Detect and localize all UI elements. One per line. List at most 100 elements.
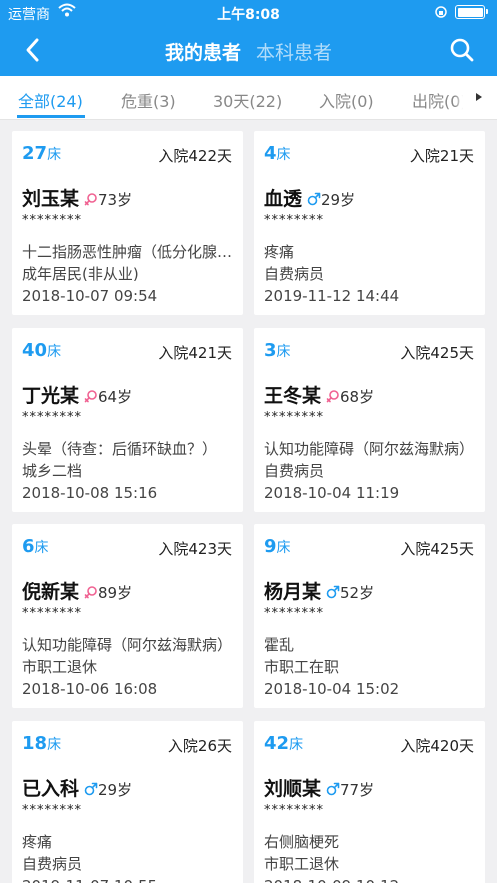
male-icon bbox=[302, 188, 321, 210]
admission-date: 2019-11-07 10:55 bbox=[22, 877, 157, 883]
days-admitted: 入院423天 bbox=[158, 540, 232, 558]
patient-age: 89岁 bbox=[98, 584, 133, 602]
patient-age: 52岁 bbox=[340, 584, 375, 602]
filter-tabs: 全部(24) 危重(3) 30天(22) 入院(0) 出院(0) bbox=[0, 76, 497, 120]
bed-number-value: 6 bbox=[22, 536, 35, 557]
patient-name: 王冬某 bbox=[264, 385, 322, 407]
masked-id: ******** bbox=[264, 803, 324, 818]
patient-name-row: 刘顺某 77岁 bbox=[264, 774, 374, 801]
days-admitted: 入院420天 bbox=[400, 737, 474, 755]
caret-right-icon bbox=[476, 93, 482, 101]
patient-age: 29岁 bbox=[98, 781, 133, 799]
bed-number-value: 42 bbox=[264, 733, 290, 754]
tabs-more-button[interactable] bbox=[455, 76, 497, 119]
tab-department-patients[interactable]: 本科患者 bbox=[256, 38, 332, 65]
bed-number: 9床 bbox=[264, 536, 291, 557]
insurance-type: 市职工退休 bbox=[264, 855, 340, 873]
admission-date: 2018-10-04 15:02 bbox=[264, 680, 400, 698]
patient-name: 倪新某 bbox=[22, 581, 80, 603]
bed-number: 27床 bbox=[22, 143, 61, 164]
patient-name-row: 杨月某 52岁 bbox=[264, 577, 374, 604]
patient-name-row: 丁光某 64岁 bbox=[22, 381, 132, 408]
chevron-left-icon bbox=[26, 38, 39, 62]
diagnosis: 认知功能障碍（阿尔兹海默病） bbox=[22, 636, 233, 654]
bed-number: 4床 bbox=[264, 143, 291, 164]
admission-date: 2018-10-04 11:19 bbox=[264, 484, 400, 502]
bed-number: 40床 bbox=[22, 340, 61, 361]
masked-id: ******** bbox=[264, 213, 324, 228]
patient-age: 64岁 bbox=[98, 388, 133, 406]
diagnosis: 霍乱 bbox=[264, 636, 295, 654]
insurance-type: 市职工在职 bbox=[264, 658, 340, 676]
bed-unit: 床 bbox=[47, 737, 62, 753]
female-icon bbox=[79, 385, 98, 407]
bed-unit: 床 bbox=[289, 737, 304, 753]
bed-number-value: 4 bbox=[264, 143, 277, 164]
patient-age: 29岁 bbox=[321, 191, 356, 209]
tab-critical[interactable]: 危重(3) bbox=[121, 88, 176, 112]
patient-name: 杨月某 bbox=[264, 581, 322, 603]
bed-number-value: 18 bbox=[22, 733, 48, 754]
days-admitted: 入院421天 bbox=[158, 344, 232, 362]
diagnosis: 疼痛 bbox=[264, 243, 295, 261]
patient-name: 丁光某 bbox=[22, 385, 80, 407]
days-admitted: 入院425天 bbox=[400, 344, 474, 362]
bed-number-value: 27 bbox=[22, 143, 48, 164]
patient-name-row: 王冬某 68岁 bbox=[264, 381, 374, 408]
bed-unit: 床 bbox=[34, 540, 49, 556]
masked-id: ******** bbox=[264, 410, 324, 425]
masked-id: ******** bbox=[22, 410, 82, 425]
orientation-lock-icon bbox=[435, 5, 447, 19]
patient-card[interactable]: 42床 入院420天刘顺某 77岁 ******** 右侧脑梗死市职工退休 2018-10… bbox=[254, 721, 485, 883]
days-admitted: 入院26天 bbox=[167, 737, 232, 755]
patient-name: 已入科 bbox=[22, 778, 80, 800]
bed-number: 18床 bbox=[22, 733, 61, 754]
battery-icon bbox=[455, 5, 488, 19]
bed-number: 6床 bbox=[22, 536, 49, 557]
patient-card[interactable]: 3床 入院425天 王冬某 68岁 ******** 认知功能障碍（阿尔兹海默病） 自费病员… bbox=[254, 328, 485, 512]
female-icon bbox=[321, 385, 340, 407]
back-button[interactable] bbox=[20, 36, 48, 64]
patient-age: 77岁 bbox=[340, 781, 375, 799]
insurance-type: 城乡二档 bbox=[22, 462, 83, 480]
male-icon bbox=[79, 778, 98, 800]
days-admitted: 入院422天 bbox=[158, 147, 232, 165]
tab-admitted[interactable]: 入院(0) bbox=[319, 88, 374, 112]
tab-my-patients[interactable]: 我的患者 bbox=[165, 38, 241, 65]
insurance-type: 自费病员 bbox=[22, 855, 83, 873]
insurance-type: 市职工退休 bbox=[22, 658, 98, 676]
bed-number-value: 9 bbox=[264, 536, 277, 557]
search-button[interactable] bbox=[449, 37, 475, 63]
masked-id: ******** bbox=[22, 213, 82, 228]
tab-all[interactable]: 全部(24) bbox=[18, 88, 83, 112]
nav-bar: 我的患者 本科患者 bbox=[0, 24, 497, 76]
bed-unit: 床 bbox=[276, 147, 291, 163]
patient-name-row: 血透 29岁 bbox=[264, 184, 355, 211]
diagnosis: 认知功能障碍（阿尔兹海默病） bbox=[264, 440, 475, 458]
diagnosis: 十二指肠恶性肿瘤（低分化腺癌） bbox=[22, 243, 234, 261]
bed-unit: 床 bbox=[276, 344, 291, 360]
diagnosis: 疼痛 bbox=[22, 833, 53, 851]
masked-id: ******** bbox=[22, 803, 82, 818]
admission-date: 2019-11-12 14:44 bbox=[264, 287, 400, 305]
patient-card[interactable]: 9床 入院425天 杨月某 52岁 ******** 霍乱 市职工在职 2018-10-04 … bbox=[254, 524, 485, 708]
patient-age: 68岁 bbox=[340, 388, 375, 406]
patient-name: 血透 bbox=[264, 188, 303, 210]
insurance-type: 自费病员 bbox=[264, 265, 325, 283]
diagnosis: 头晕（待查：后循环缺血？） bbox=[22, 440, 218, 458]
patient-card[interactable]: 6床 入院423天 倪新某 89岁 ******** 认知功能障碍（阿尔兹海默病） 市职工退… bbox=[12, 524, 243, 708]
diagnosis: 右侧脑梗死 bbox=[264, 833, 340, 851]
patient-card[interactable]: 27床 入院422天 刘玉某 73岁 ******** 十二指肠恶性肿瘤（低分化腺癌） 成年… bbox=[12, 131, 243, 315]
admission-date: 2018-10-07 09:54 bbox=[22, 287, 158, 305]
bed-unit: 床 bbox=[47, 344, 62, 360]
patient-name-row: 已入科 29岁 bbox=[22, 774, 132, 801]
masked-id: ******** bbox=[264, 606, 324, 621]
patient-card[interactable]: 18床 入院26天已入科 29岁 ******** 疼痛自费病员 2019-11-07 1… bbox=[12, 721, 243, 883]
male-icon bbox=[321, 778, 340, 800]
patient-card[interactable]: 40床 入院421天丁光某 64岁 ******** 头晕（待查：后循环缺血？） 城乡二档… bbox=[12, 328, 243, 512]
search-icon bbox=[450, 38, 474, 62]
patient-card[interactable]: 4床 入院21天血透 29岁 ******** 疼痛自费病员 2019-11-12 14:… bbox=[254, 131, 485, 315]
male-icon bbox=[321, 581, 340, 603]
tab-30-days[interactable]: 30天(22) bbox=[213, 88, 282, 112]
days-admitted: 入院21天 bbox=[409, 147, 474, 165]
